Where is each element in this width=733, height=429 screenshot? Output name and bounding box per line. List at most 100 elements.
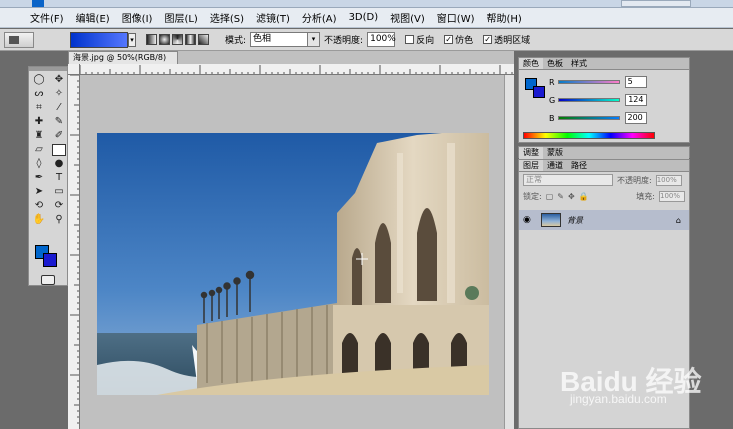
layers-panel-tabs: 图层 通道 路径 — [519, 160, 689, 172]
panel-background-swatch[interactable] — [533, 86, 545, 98]
lock-label: 锁定: — [523, 191, 542, 201]
menu-help[interactable]: 帮助(H) — [487, 10, 522, 25]
reverse-checkbox[interactable]: 反向 — [405, 33, 434, 46]
tab-styles[interactable]: 样式 — [567, 58, 591, 69]
document-title: 海景.jpg @ 50%(RGB/8) — [73, 53, 167, 62]
document-tab[interactable]: 海景.jpg @ 50%(RGB/8) × — [68, 51, 178, 74]
move-tool-icon[interactable]: ✥ — [52, 74, 66, 86]
ruler-corner[interactable] — [68, 64, 80, 75]
quick-mask-button[interactable] — [41, 275, 55, 285]
background-color-swatch[interactable] — [43, 253, 57, 267]
lock-pixels-icon[interactable]: ✎ — [557, 192, 564, 201]
pen-tool-icon[interactable]: ✒ — [32, 172, 46, 184]
menu-view[interactable]: 视图(V) — [390, 10, 425, 25]
color-panel-tabs: 颜色 色板 样式 — [519, 58, 689, 70]
lasso-tool-icon[interactable]: ᔕ — [32, 88, 46, 100]
tools-panel: ◯ ✥ ᔕ ✧ ⌗ ⁄ ✚ ✎ ♜ ✐ ▱ ◊ ● ✒ T ➤ ▭ ⟲ ⟳ ✋ … — [28, 66, 68, 286]
watermark-url: jingyan.baidu.com — [570, 392, 667, 406]
dodge-tool-icon[interactable]: ● — [52, 158, 66, 170]
gradient-tool-icon[interactable] — [52, 144, 66, 156]
adjustments-tabs: 调整 蒙版 — [519, 147, 689, 159]
tab-channels[interactable]: 通道 — [543, 160, 567, 171]
radial-gradient-button[interactable] — [159, 34, 170, 45]
eyedropper-tool-icon[interactable]: ⁄ — [52, 102, 66, 114]
menu-file[interactable]: 文件(F) — [30, 10, 64, 25]
hand-tool-icon[interactable]: ✋ — [32, 214, 46, 226]
fill-input[interactable]: 100% — [659, 190, 685, 202]
menu-edit[interactable]: 编辑(E) — [76, 10, 110, 25]
gradient-picker[interactable]: ▾ — [70, 31, 136, 48]
tab-masks[interactable]: 蒙版 — [543, 147, 567, 159]
blur-tool-icon[interactable]: ◊ — [32, 158, 46, 170]
gradient-type-group — [146, 34, 209, 45]
vertical-ruler[interactable] — [68, 75, 80, 429]
shape-tool-icon[interactable]: ▭ — [52, 186, 66, 198]
horizontal-ruler[interactable] — [80, 64, 514, 75]
menu-window[interactable]: 窗口(W) — [437, 10, 475, 25]
3d-rotate-tool-icon[interactable]: ⟲ — [32, 200, 46, 212]
menu-3d[interactable]: 3D(D) — [349, 12, 379, 23]
layer-opacity-label: 不透明度: — [617, 175, 652, 185]
lock-icon: ⌂ — [675, 215, 681, 225]
linear-gradient-button[interactable] — [146, 34, 157, 45]
adjustments-panel: 调整 蒙版 — [518, 146, 690, 159]
mode-select[interactable]: 色相 ▾ — [250, 32, 321, 47]
lock-position-icon[interactable]: ✥ — [568, 192, 575, 201]
watermark: Baidu 经验 jingyan.baidu.com — [560, 352, 730, 408]
eraser-tool-icon[interactable]: ▱ — [32, 144, 46, 156]
vertical-scrollbar[interactable] — [504, 75, 514, 429]
zoom-tool-icon[interactable]: ⚲ — [52, 214, 66, 226]
tab-color[interactable]: 颜色 — [519, 58, 543, 69]
blue-slider[interactable] — [557, 116, 620, 120]
menu-select[interactable]: 选择(S) — [210, 10, 244, 25]
mode-value: 色相 — [253, 34, 272, 44]
tab-layers[interactable]: 图层 — [519, 160, 543, 171]
tool-preset-picker[interactable] — [4, 31, 34, 48]
mode-label: 模式: — [225, 36, 247, 46]
history-brush-tool-icon[interactable]: ✐ — [52, 130, 66, 142]
red-slider[interactable] — [557, 80, 620, 84]
color-spectrum-bar[interactable] — [523, 132, 655, 139]
dither-checkbox[interactable]: ✓ 仿色 — [444, 33, 473, 46]
eye-icon[interactable]: ◉ — [523, 215, 535, 225]
green-label: G — [549, 95, 556, 105]
diamond-gradient-button[interactable] — [198, 34, 209, 45]
tab-adjustments[interactable]: 调整 — [519, 147, 543, 159]
tab-paths[interactable]: 路径 — [567, 160, 591, 171]
menu-image[interactable]: 图像(I) — [122, 10, 153, 25]
healing-brush-tool-icon[interactable]: ✚ — [32, 116, 46, 128]
color-panel: 颜色 色板 样式 R 5 G 124 B 200 — [518, 57, 690, 143]
brush-tool-icon[interactable]: ✎ — [52, 116, 66, 128]
red-value-input[interactable]: 5 — [624, 76, 647, 88]
marquee-tool-icon[interactable]: ◯ — [32, 74, 46, 86]
reflected-gradient-button[interactable] — [185, 34, 196, 45]
blend-mode-select[interactable]: 正常 — [523, 174, 613, 186]
menu-filter[interactable]: 滤镜(T) — [256, 10, 290, 25]
red-label: R — [549, 77, 555, 87]
chevron-down-icon[interactable]: ▾ — [128, 32, 136, 47]
canvas-image[interactable] — [97, 133, 489, 395]
path-selection-tool-icon[interactable]: ➤ — [32, 186, 46, 198]
green-value-input[interactable]: 124 — [625, 94, 648, 106]
type-tool-icon[interactable]: T — [52, 172, 66, 184]
workspace-switcher[interactable] — [621, 0, 691, 7]
tab-swatches[interactable]: 色板 — [543, 58, 567, 69]
blend-row: 正常 不透明度: 100% — [519, 172, 689, 188]
lock-transparency-icon[interactable]: ▢ — [546, 192, 554, 201]
clone-stamp-tool-icon[interactable]: ♜ — [32, 130, 46, 142]
angle-gradient-button[interactable] — [172, 34, 183, 45]
opacity-input[interactable]: 100% — [367, 32, 396, 47]
layer-opacity-input[interactable]: 100% — [655, 174, 682, 186]
title-bar — [0, 0, 733, 8]
crop-tool-icon[interactable]: ⌗ — [32, 102, 46, 114]
lock-all-icon[interactable]: 🔒 — [579, 192, 589, 201]
green-slider[interactable] — [558, 98, 621, 102]
magic-wand-tool-icon[interactable]: ✧ — [52, 88, 66, 100]
3d-orbit-tool-icon[interactable]: ⟳ — [52, 200, 66, 212]
menu-analysis[interactable]: 分析(A) — [302, 10, 337, 25]
layer-row[interactable]: ◉ 背景 ⌂ — [519, 210, 689, 230]
blue-value-input[interactable]: 200 — [624, 112, 647, 124]
menu-layer[interactable]: 图层(L) — [164, 10, 197, 25]
layer-name: 背景 — [567, 215, 583, 225]
transparency-checkbox[interactable]: ✓ 透明区域 — [483, 33, 530, 46]
